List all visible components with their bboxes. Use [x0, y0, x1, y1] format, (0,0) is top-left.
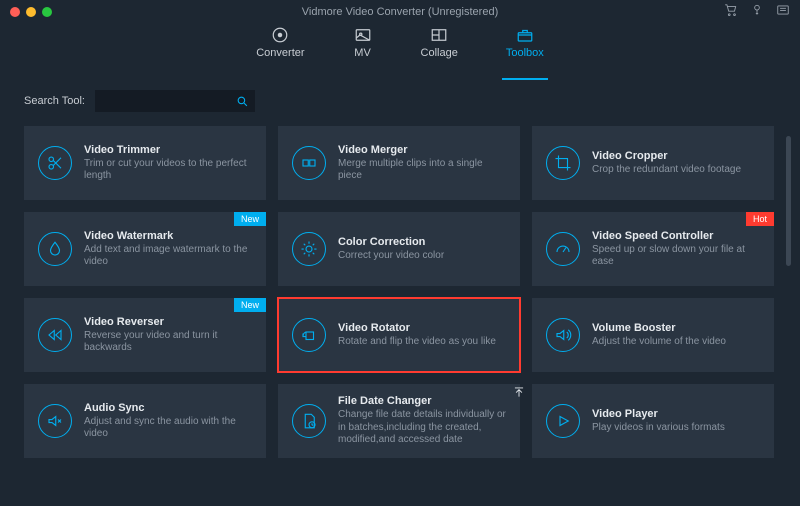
tool-video-rotator[interactable]: Video RotatorRotate and flip the video a… — [278, 298, 520, 372]
volume-icon — [546, 318, 580, 352]
close-icon[interactable] — [10, 7, 20, 17]
tool-color-correction[interactable]: Color CorrectionCorrect your video color — [278, 212, 520, 286]
maximize-icon[interactable] — [42, 7, 52, 17]
rotate-icon — [292, 318, 326, 352]
tool-video-watermark[interactable]: New Video WatermarkAdd text and image wa… — [24, 212, 266, 286]
window-title: Vidmore Video Converter (Unregistered) — [0, 6, 800, 18]
search-label: Search Tool: — [24, 95, 85, 107]
tool-audio-sync[interactable]: Audio SyncAdjust and sync the audio with… — [24, 384, 266, 458]
search-icon — [236, 95, 249, 108]
search-input[interactable] — [95, 90, 255, 112]
tab-toolbox[interactable]: Toolbox — [506, 26, 544, 78]
window-controls — [10, 7, 52, 17]
tool-video-cropper[interactable]: Video CropperCrop the redundant video fo… — [532, 126, 774, 200]
badge-new: New — [234, 212, 266, 226]
rewind-icon — [38, 318, 72, 352]
navbar: Converter MV Collage Toolbox — [0, 24, 800, 78]
tool-video-player[interactable]: Video PlayerPlay videos in various forma… — [532, 384, 774, 458]
titlebar: Vidmore Video Converter (Unregistered) — [0, 0, 800, 24]
sun-icon — [292, 232, 326, 266]
cart-icon[interactable] — [724, 3, 738, 22]
tab-mv[interactable]: MV — [353, 26, 373, 78]
tool-video-trimmer[interactable]: Video TrimmerTrim or cut your videos to … — [24, 126, 266, 200]
tool-video-speed-controller[interactable]: Hot Video Speed ControllerSpeed up or sl… — [532, 212, 774, 286]
tab-converter[interactable]: Converter — [256, 26, 304, 78]
tab-collage[interactable]: Collage — [421, 26, 458, 78]
badge-new: New — [234, 298, 266, 312]
file-date-icon — [292, 404, 326, 438]
tool-file-date-changer[interactable]: File Date ChangerChange file date detail… — [278, 384, 520, 458]
droplet-icon — [38, 232, 72, 266]
scrollbar[interactable] — [786, 126, 791, 458]
search-row: Search Tool: — [24, 90, 780, 112]
play-icon — [546, 404, 580, 438]
scroll-top-button[interactable] — [512, 385, 526, 404]
scissors-icon — [38, 146, 72, 180]
menu-icon[interactable] — [776, 3, 790, 22]
minimize-icon[interactable] — [26, 7, 36, 17]
gauge-icon — [546, 232, 580, 266]
tool-volume-booster[interactable]: Volume BoosterAdjust the volume of the v… — [532, 298, 774, 372]
crop-icon — [546, 146, 580, 180]
merge-icon — [292, 146, 326, 180]
badge-hot: Hot — [746, 212, 774, 226]
key-icon[interactable] — [750, 3, 764, 22]
tool-video-reverser[interactable]: New Video ReverserReverse your video and… — [24, 298, 266, 372]
tool-video-merger[interactable]: Video MergerMerge multiple clips into a … — [278, 126, 520, 200]
audio-sync-icon — [38, 404, 72, 438]
tools-grid: Video TrimmerTrim or cut your videos to … — [24, 126, 782, 458]
